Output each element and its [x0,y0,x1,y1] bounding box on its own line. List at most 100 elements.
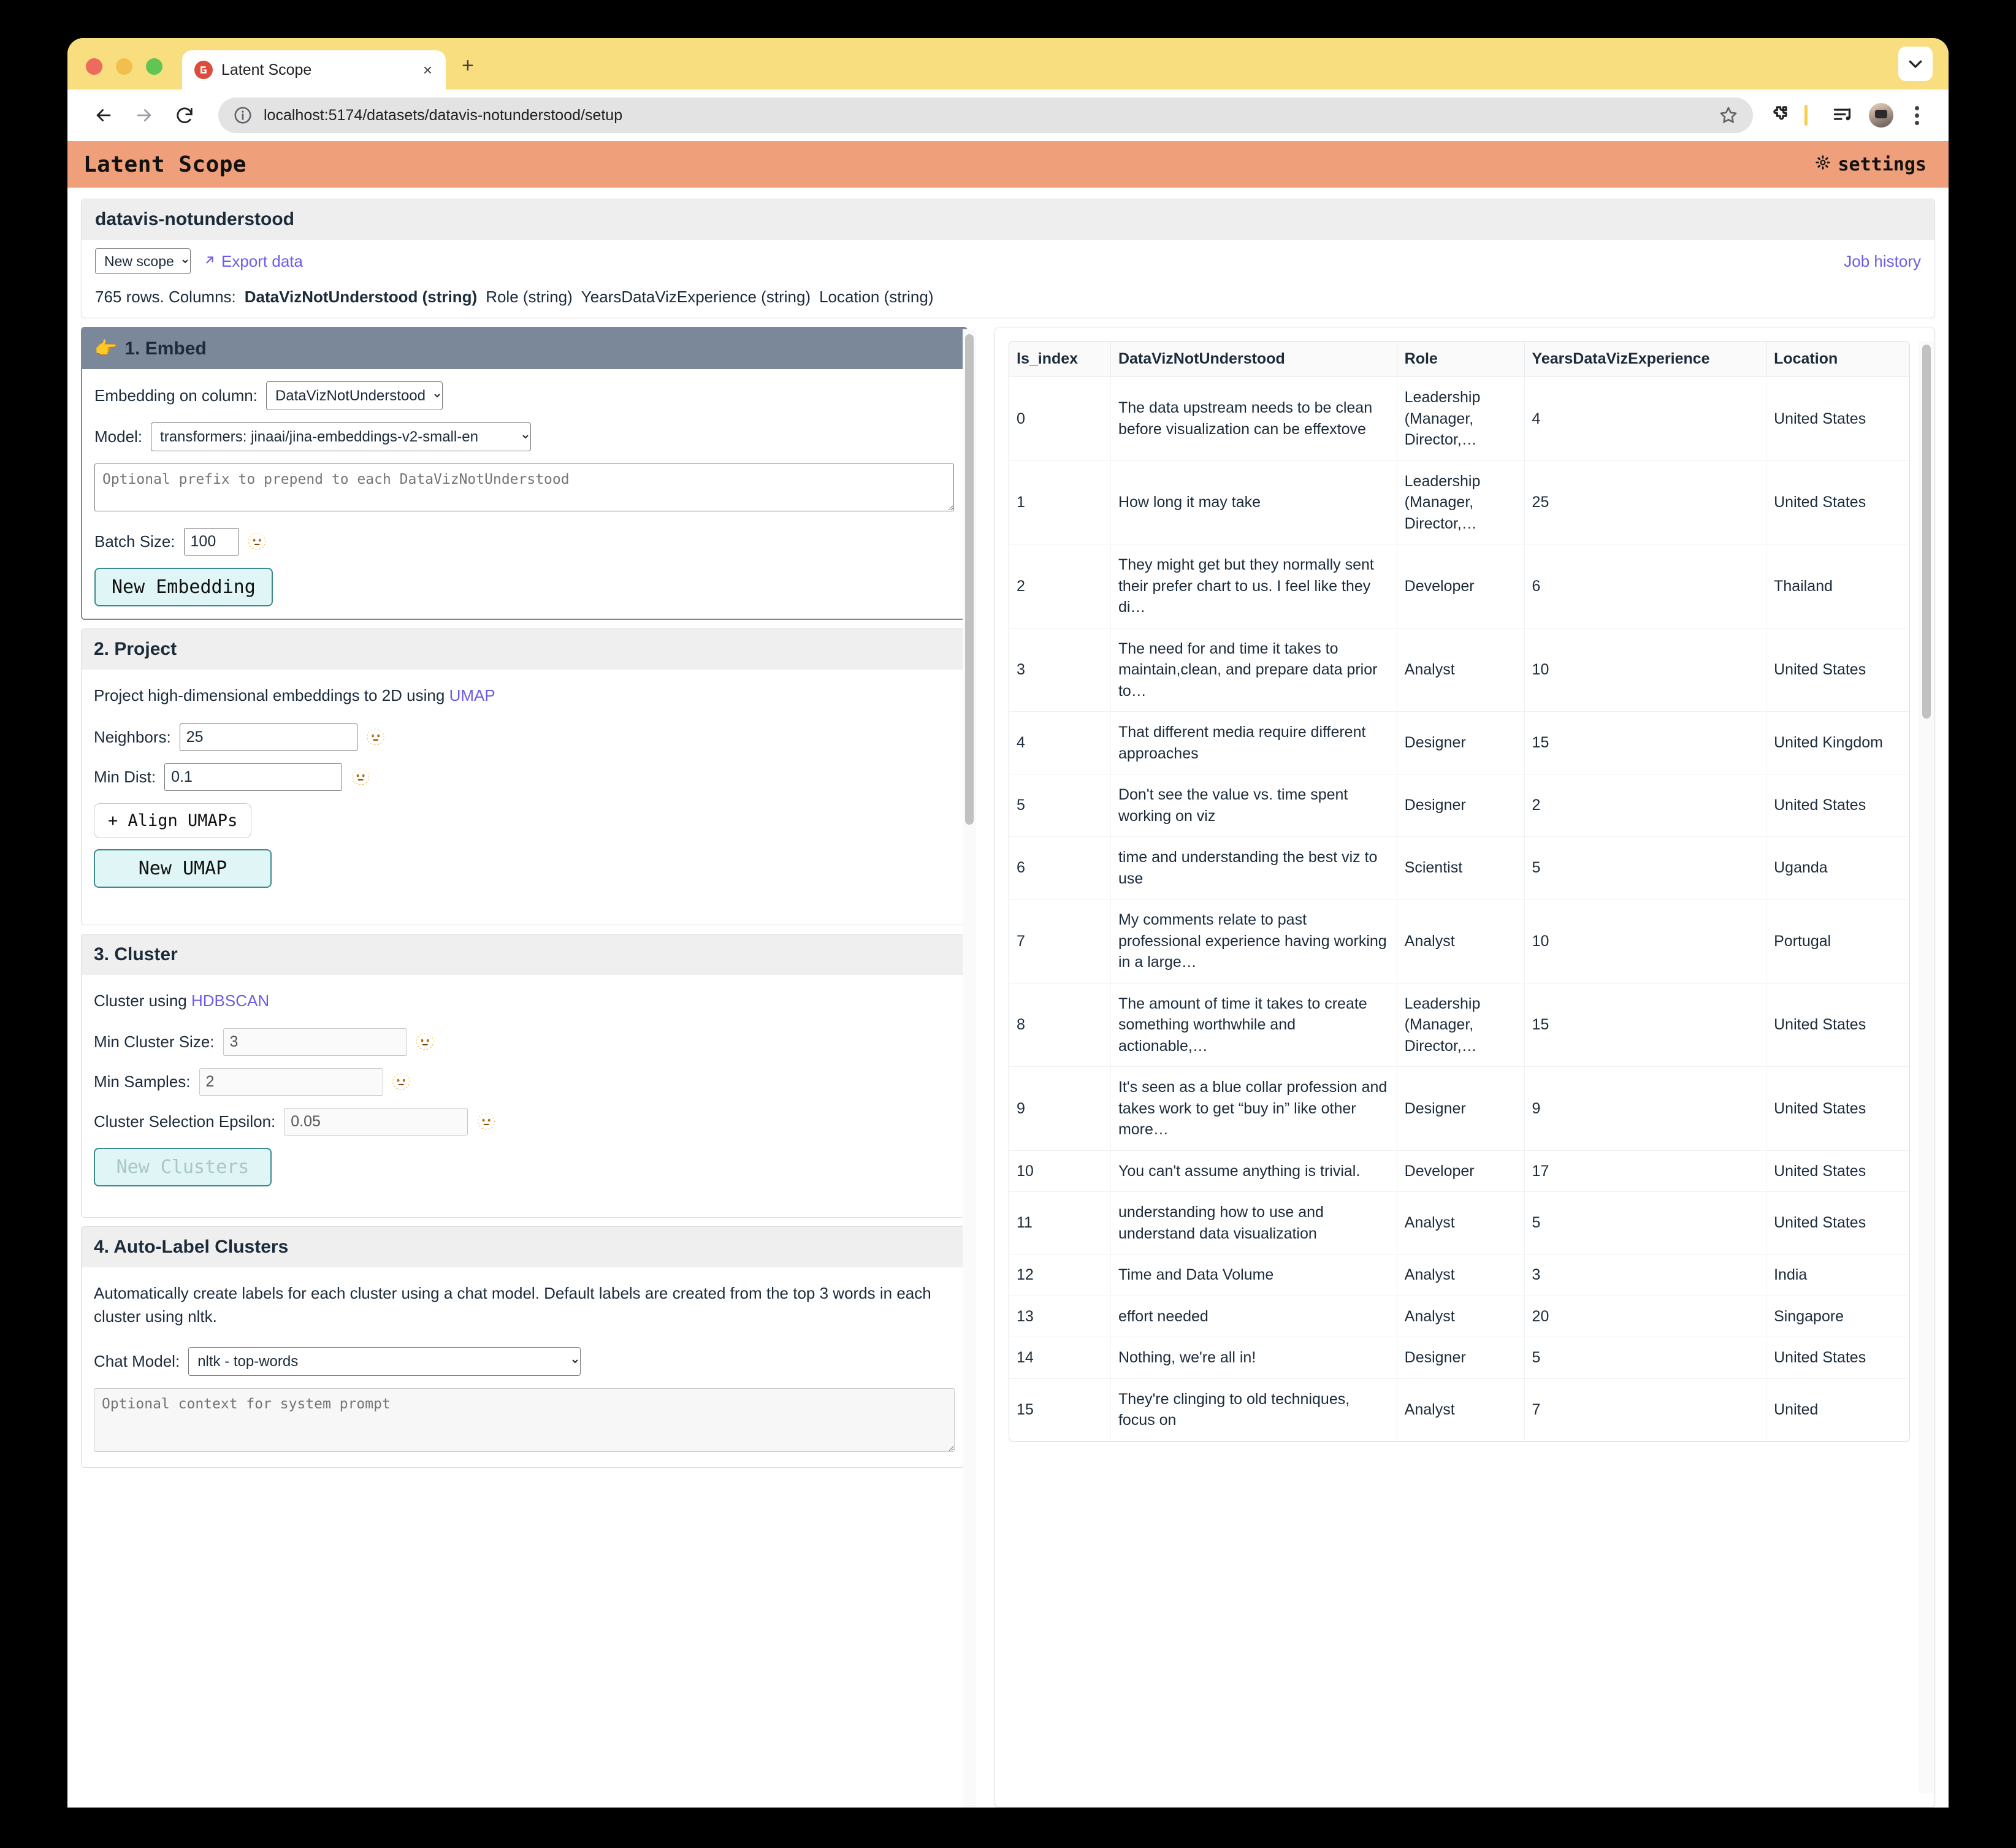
table-row[interactable]: 15 They're clinging to old techniques, fo… [1009,1378,1909,1441]
address-omnibox[interactable]: localhost:5174/datasets/datavis-notunder… [218,97,1753,133]
reload-button[interactable] [167,97,202,133]
table-cell-Role: Analyst [1397,1378,1525,1441]
stage-embed-header: 👉 1. Embed [82,328,966,369]
table-cell-Role: Leadership (Manager, Director,… [1397,460,1525,544]
table-row[interactable]: 1 How long it may take Leadership (Manager… [1009,460,1909,544]
window-traffic-lights [86,58,162,90]
reading-list-icon[interactable] [1827,99,1859,131]
cluster-minsize-row: Min Cluster Size: 🫥 [94,1028,955,1056]
scope-select[interactable]: New scope [95,248,191,274]
cluster-minsize-input[interactable] [223,1028,407,1056]
hdbscan-link[interactable]: HDBSCAN [191,991,269,1010]
close-window-button[interactable] [86,58,102,75]
table-row[interactable]: 0 The data upstream needs to be clean bef… [1009,376,1909,461]
table-cell-Location: Uganda [1766,836,1909,899]
table-row[interactable]: 9 It's seen as a blue collar profession a… [1009,1066,1909,1151]
stage-project-title: 2. Project [94,639,177,659]
help-face-icon[interactable]: 🫥 [415,1033,435,1052]
table-row[interactable]: 5 Don't see the value vs. time spent work… [1009,774,1909,837]
kebab-menu-icon[interactable] [1901,99,1933,131]
table-row[interactable]: 3 The need for and time it takes to maint… [1009,628,1909,712]
table-cell-Location: United [1766,1378,1909,1441]
help-face-icon[interactable]: 🫥 [247,532,267,552]
table-header-cell-3[interactable]: YearsDataVizExperience [1524,342,1767,377]
forward-button[interactable] [126,97,162,133]
minimize-window-button[interactable] [116,58,132,75]
table-cell-DataVizNotUnderstood: They're clinging to old techniques, focu… [1110,1378,1397,1441]
table-cell-Location: United Kingdom [1766,711,1909,774]
site-info-icon[interactable] [232,104,254,126]
table-cell-YearsDataVizExperience: 5 [1524,1191,1767,1254]
embed-batch-input[interactable] [183,528,239,556]
table-cell-Role: Scientist [1397,836,1525,899]
data-table-scrollbar-thumb[interactable] [1922,345,1931,719]
table-header-cell-2[interactable]: Role [1397,342,1525,377]
stage-cluster-header: 3. Cluster [82,934,967,975]
new-clusters-button[interactable]: New Clusters [94,1148,272,1187]
column-chip-2: YearsDataVizExperience (string) [581,288,811,306]
table-cell-ls_index: 11 [1009,1191,1111,1254]
table-header-cell-0[interactable]: ls_index [1009,342,1111,377]
close-tab-icon[interactable]: × [421,62,435,78]
table-cell-YearsDataVizExperience: 5 [1524,836,1767,899]
maximize-window-button[interactable] [146,58,162,75]
table-row[interactable]: 13 effort needed Analyst 20 Singapore [1009,1296,1909,1337]
table-row[interactable]: 12 Time and Data Volume Analyst 3 India [1009,1254,1909,1296]
table-row[interactable]: 8 The amount of time it takes to create s… [1009,983,1909,1067]
job-history-link[interactable]: Job history [1844,252,1921,271]
cluster-minsamples-row: Min Samples: 🫥 [94,1068,955,1096]
table-header-cell-4[interactable]: Location [1766,342,1909,377]
autolabel-chatmodel-select[interactable]: nltk - top-words [188,1346,581,1376]
stage-embed-body: Embedding on column: DataVizNotUnderstoo… [82,369,966,619]
table-cell-Role: Analyst [1397,1254,1525,1296]
table-cell-YearsDataVizExperience: 6 [1524,544,1767,628]
help-face-icon[interactable]: 🫥 [366,727,386,747]
table-cell-ls_index: 7 [1009,899,1111,983]
table-cell-Role: Analyst [1397,899,1525,983]
new-tab-button[interactable]: + [462,55,474,90]
data-table-scrollbar[interactable] [1919,341,1934,1793]
bookmark-star-icon[interactable] [1715,102,1742,129]
browser-tab[interactable]: Latent Scope × [182,50,446,90]
help-face-icon[interactable]: 🫥 [391,1072,411,1092]
autolabel-prompt-textarea[interactable] [94,1388,955,1452]
browser-tab-title: Latent Scope [221,61,312,78]
dataset-columns-summary: 765 rows. Columns: DataVizNotUnderstood (… [95,288,1921,307]
left-panel-scrollbar[interactable] [963,329,976,1808]
left-panel-scrollbar-thumb[interactable] [965,334,974,825]
umap-link[interactable]: UMAP [449,686,495,704]
table-row[interactable]: 4 That different media require different … [1009,711,1909,774]
table-row[interactable]: 7 My comments relate to past professional… [1009,899,1909,983]
autolabel-chatmodel-row: Chat Model: nltk - top-words [94,1346,955,1376]
cluster-minsamples-input[interactable] [199,1068,383,1096]
new-embedding-button[interactable]: New Embedding [94,568,273,606]
project-neighbors-input[interactable] [179,723,357,751]
profile-avatar[interactable] [1869,103,1893,128]
table-cell-Location: United States [1766,983,1909,1067]
table-header-cell-1[interactable]: DataVizNotUnderstood [1110,342,1397,377]
settings-button[interactable]: settings [1815,154,1926,175]
table-row[interactable]: 10 You can't assume anything is trivial. D… [1009,1150,1909,1192]
table-row[interactable]: 6 time and understanding the best viz to … [1009,836,1909,899]
embed-prefix-textarea[interactable] [94,464,954,511]
project-mindist-input[interactable] [164,763,343,791]
help-face-icon[interactable]: 🫥 [351,767,370,787]
table-cell-Role: Designer [1397,1337,1525,1379]
app-title: Latent Scope [83,151,247,177]
cluster-epsilon-input[interactable] [284,1108,468,1136]
table-cell-YearsDataVizExperience: 20 [1524,1296,1767,1337]
new-umap-button[interactable]: New UMAP [94,849,272,888]
extensions-icon[interactable] [1763,99,1795,131]
embed-column-select[interactable]: DataVizNotUnderstood [265,381,443,410]
table-row[interactable]: 11 understanding how to use and understan… [1009,1191,1909,1254]
back-button[interactable] [86,97,121,133]
align-umaps-button[interactable]: + Align UMAPs [94,803,252,838]
table-cell-DataVizNotUnderstood: Nothing, we're all in! [1110,1337,1397,1379]
export-data-link[interactable]: Export data [203,252,303,271]
embed-model-select[interactable]: transformers: jinaai/jina-embeddings-v2-… [151,422,532,451]
toolbar-divider [1804,105,1808,126]
table-row[interactable]: 2 They might get but they normally sent t… [1009,544,1909,628]
table-row[interactable]: 14 Nothing, we're all in! Designer 5 United … [1009,1337,1909,1379]
tab-list-chevron-down-icon[interactable] [1898,47,1933,81]
help-face-icon[interactable]: 🫥 [476,1112,496,1132]
